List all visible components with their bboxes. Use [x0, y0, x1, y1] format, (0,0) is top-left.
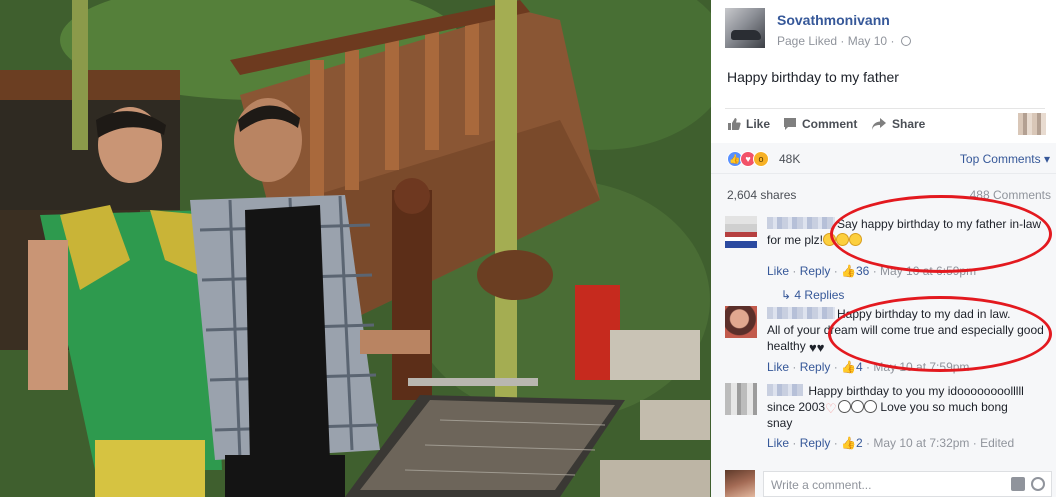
meta-separator: · [890, 34, 895, 48]
reactions-bar: 👍 ♥ o 48K Top Comments ▾ [711, 143, 1056, 173]
smile-emoji-icon [838, 400, 852, 413]
post-text: Happy birthday to my father [727, 69, 899, 85]
post-header: Sovathmonivann Page Liked · May 10 · [725, 8, 1045, 52]
comment-text-line: Love you so much bong [880, 400, 1008, 414]
like-button-label: Like [746, 117, 771, 131]
comment-body: Happy birthday to you my idoooooooolllll… [767, 383, 1056, 431]
comment-text-line: healthy [767, 339, 806, 353]
comment-text-line: for me plz! [767, 233, 824, 247]
laugh-emoji-icon [849, 233, 863, 246]
replies-count: 4 Replies [794, 288, 845, 302]
comment-text-line: since 2003 [767, 400, 826, 414]
comment-body: Say happy birthday to my father in-law f… [767, 216, 1056, 248]
comment-button[interactable]: Comment [783, 117, 857, 131]
comment-reply-link[interactable]: Reply [800, 360, 831, 374]
stats-bar: 2,604 shares 488 Comments [711, 173, 1056, 208]
comments-list: Say happy birthday to my father in-law f… [711, 208, 1056, 470]
commenter-name-blurred[interactable] [767, 217, 835, 229]
comment-timestamp[interactable]: May 10 at 7:32pm [873, 436, 969, 450]
share-button-label: Share [892, 117, 926, 131]
comment-like-count[interactable]: 2 [856, 436, 863, 450]
top-comments-dropdown[interactable]: Top Comments ▾ [960, 152, 1050, 166]
shares-count[interactable]: 2,604 shares [727, 188, 796, 202]
view-replies-link[interactable]: ↳ 4 Replies [781, 288, 844, 302]
post-panel: Sovathmonivann Page Liked · May 10 · Hap… [711, 0, 1056, 497]
pink-heart-icon: ♡ [825, 401, 837, 416]
comment-actions: Like · Reply · 👍4 · May 10 at 7:59pm [767, 360, 970, 374]
comment-like-link[interactable]: Like [767, 264, 789, 278]
smile-emoji-icon [823, 233, 837, 246]
page-name-link[interactable]: Sovathmonivann [777, 12, 890, 28]
comments-count[interactable]: 488 Comments [970, 188, 1051, 202]
comment-like-link[interactable]: Like [767, 360, 789, 374]
comment-actions: Like · Reply · 👍36 · May 10 at 6:59pm [767, 264, 977, 278]
reaction-icons[interactable]: 👍 ♥ o [727, 151, 769, 167]
thumbs-up-icon: 👍 [841, 360, 856, 374]
sharer-avatar[interactable] [1018, 113, 1046, 135]
commenter-avatar[interactable] [725, 216, 757, 248]
commenter-avatar[interactable] [725, 383, 757, 415]
chevron-down-icon: ▾ [1043, 152, 1050, 166]
reply-arrow-icon: ↳ [781, 288, 795, 302]
globe-icon [900, 36, 911, 46]
smile-emoji-icon [851, 400, 865, 413]
comment-button-label: Comment [802, 117, 858, 131]
edited-label[interactable]: Edited [980, 436, 1014, 450]
commenter-name-blurred[interactable] [767, 307, 835, 319]
camera-icon[interactable] [1011, 477, 1025, 491]
comment-reply-link[interactable]: Reply [800, 436, 831, 450]
like-button[interactable]: Like [727, 117, 770, 131]
post-photo[interactable] [0, 0, 711, 497]
comment-input[interactable]: Write a comment... [763, 471, 1052, 497]
page-avatar[interactable] [725, 8, 765, 48]
commenter-name-blurred[interactable] [767, 384, 803, 396]
comment-reply-link[interactable]: Reply [800, 264, 831, 278]
comment-text-line: All of your dream will come true and esp… [767, 323, 1044, 337]
comment-composer: Write a comment... [711, 470, 1056, 497]
post-meta: Page Liked · May 10 · [777, 34, 911, 48]
comment-input-placeholder: Write a comment... [771, 478, 872, 492]
page-liked-status: Page Liked [777, 34, 838, 48]
share-arrow-icon [872, 118, 886, 130]
comment-like-link[interactable]: Like [767, 436, 789, 450]
top-comments-label: Top Comments [959, 152, 1041, 166]
comment-text-line: Happy birthday to my dad in law. [837, 307, 1011, 321]
black-hearts-icon: ♥♥ [809, 340, 825, 355]
reaction-count[interactable]: 48K [779, 152, 800, 166]
current-user-avatar [725, 470, 755, 497]
comment-icon [784, 118, 796, 130]
wow-icon: o [753, 151, 769, 167]
thumbs-up-icon [728, 118, 741, 130]
comment-text-line: Happy birthday to you my idoooooooolllll [808, 384, 1024, 398]
commenter-avatar[interactable] [725, 306, 757, 338]
share-button[interactable]: Share [871, 117, 925, 131]
comment-like-count[interactable]: 36 [856, 264, 869, 278]
comment-timestamp[interactable]: May 10 at 6:59pm [880, 264, 976, 278]
smile-emoji-icon [864, 400, 878, 413]
comment-text-line: snay [767, 416, 793, 430]
comment-actions: Like · Reply · 👍2 · May 10 at 7:32pm · E… [767, 436, 1015, 450]
grin-emoji-icon [836, 233, 850, 246]
comment-like-count[interactable]: 4 [856, 360, 863, 374]
post-date-link[interactable]: May 10 [848, 34, 887, 48]
thumbs-up-icon: 👍 [841, 436, 856, 450]
thumbs-up-icon: 👍 [841, 264, 856, 278]
photo-scene [0, 0, 711, 497]
comment-text-line: Say happy birthday to my father in-law [837, 217, 1042, 231]
post-actions: Like Comment Share [725, 108, 1046, 140]
emoji-icon[interactable] [1031, 477, 1045, 491]
comment-timestamp[interactable]: May 10 at 7:59pm [873, 360, 969, 374]
comment-body: Happy birthday to my dad in law. All of … [767, 306, 1056, 354]
meta-separator: · [840, 34, 845, 48]
